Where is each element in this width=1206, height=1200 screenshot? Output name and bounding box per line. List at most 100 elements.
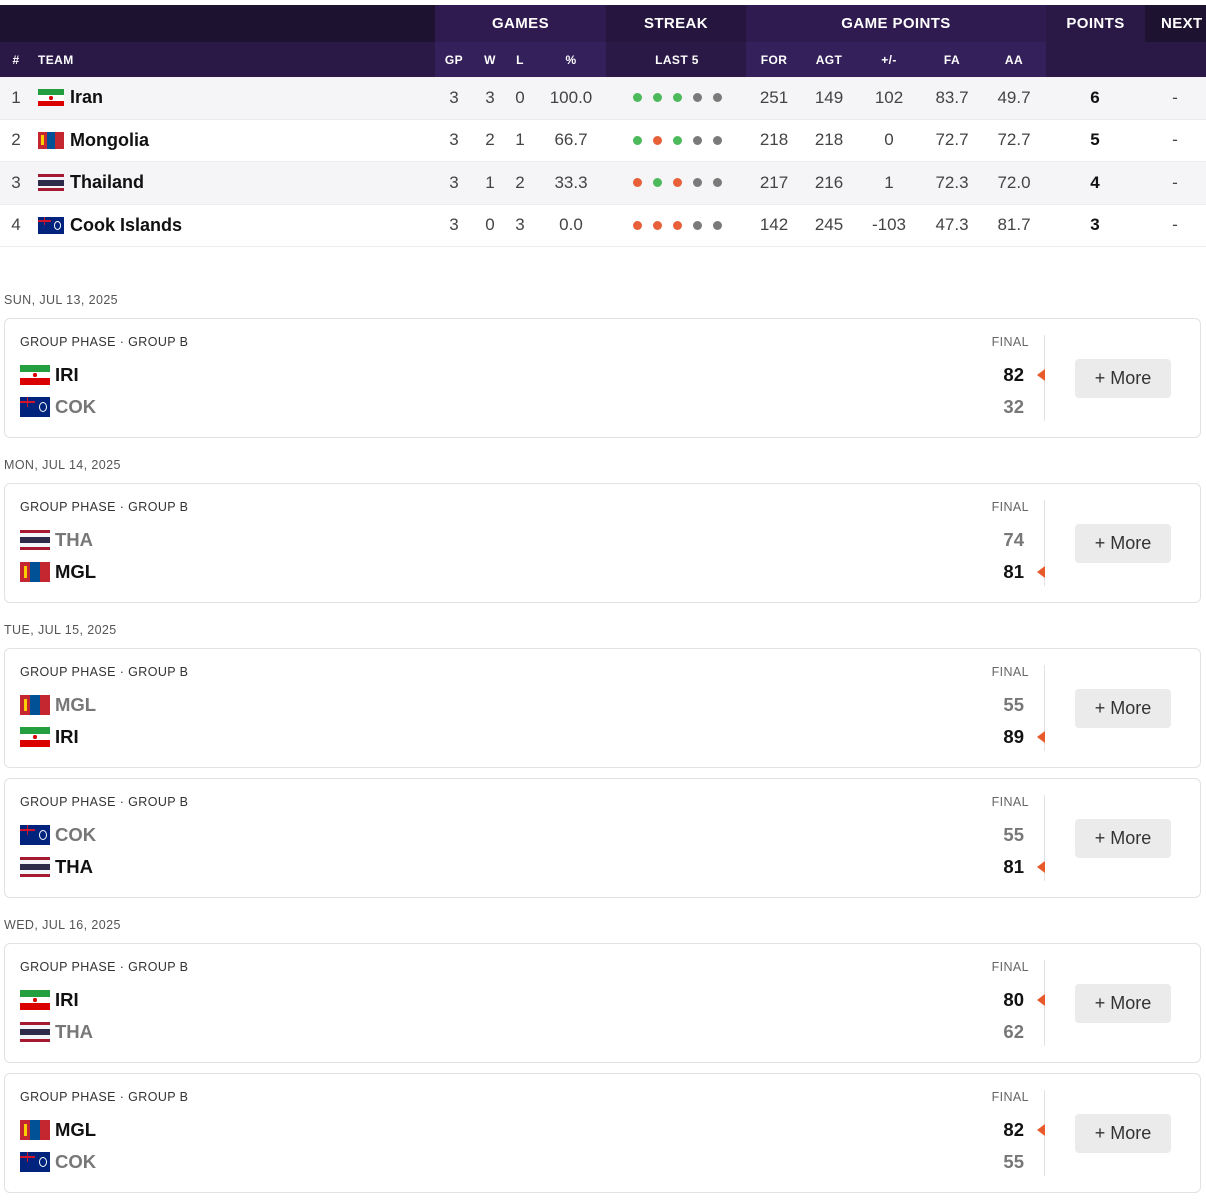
team-score: 82 — [1003, 364, 1024, 385]
wins: 1 — [485, 172, 495, 192]
team-abbr[interactable]: COK — [55, 1151, 96, 1173]
team-abbr[interactable]: MGL — [55, 1119, 96, 1141]
col-aa[interactable]: AA — [992, 42, 1036, 77]
more-button[interactable]: + More — [1075, 984, 1171, 1023]
points-diff: 0 — [884, 130, 894, 150]
team-abbr[interactable]: COK — [55, 396, 96, 418]
team-abbr[interactable]: MGL — [55, 561, 96, 583]
team-abbr[interactable]: THA — [55, 529, 93, 551]
games-played: 3 — [449, 215, 459, 235]
col-rank[interactable]: # — [0, 42, 32, 77]
next-game: - — [1172, 172, 1178, 192]
iran-flag-icon — [20, 727, 50, 747]
more-button[interactable]: + More — [1075, 524, 1171, 563]
col-w[interactable]: W — [477, 42, 503, 77]
games-played: 3 — [449, 87, 459, 107]
cook-flag-icon — [20, 825, 50, 845]
win-pct: 33.3 — [554, 172, 588, 192]
col-gp[interactable]: GP — [439, 42, 469, 77]
team-abbr[interactable]: IRI — [55, 989, 79, 1011]
next-game: - — [1172, 87, 1178, 107]
team-score: 55 — [1003, 694, 1024, 715]
game-card[interactable]: GROUP PHASE · GROUP B FINAL MGL 82 COK 55 + Mo… — [4, 1073, 1201, 1193]
streak-none-dot — [692, 93, 702, 103]
mongolia-flag-icon — [20, 695, 50, 715]
team-abbr[interactable]: COK — [55, 824, 96, 846]
team-score: 89 — [1003, 726, 1024, 747]
col-agt[interactable]: AGT — [807, 42, 851, 77]
standings-row[interactable]: 1 Iran 3 3 0 100.0 251 149 102 83.7 49.7 6- — [0, 77, 1206, 120]
last5-streak — [626, 77, 728, 119]
more-button[interactable]: + More — [1075, 689, 1171, 728]
game-team[interactable]: IRI — [20, 725, 79, 749]
wins: 0 — [485, 215, 495, 235]
game-team[interactable]: THA — [20, 855, 93, 879]
streak-win-dot — [632, 93, 642, 103]
team-name[interactable]: Iran — [70, 87, 103, 108]
col-for[interactable]: FOR — [752, 42, 796, 77]
win-pct: 66.7 — [554, 130, 588, 150]
streak-none-dot — [712, 93, 722, 103]
winner-arrow-icon — [1037, 994, 1045, 1006]
game-card[interactable]: GROUP PHASE · GROUP B FINAL IRI 80 THA 62 + Mo… — [4, 943, 1201, 1063]
game-team[interactable]: COK — [20, 395, 96, 419]
team-abbr[interactable]: MGL — [55, 694, 96, 716]
more-button[interactable]: + More — [1075, 359, 1171, 398]
game-status: FINAL — [991, 795, 1029, 809]
game-team[interactable]: THA — [20, 1020, 93, 1044]
col-team[interactable]: TEAM — [38, 42, 98, 77]
game-card[interactable]: GROUP PHASE · GROUP B FINAL COK 55 THA 81 + Mo… — [4, 778, 1201, 898]
game-team[interactable]: MGL — [20, 560, 96, 584]
streak-none-dot — [692, 220, 702, 230]
game-team[interactable]: MGL — [20, 1118, 96, 1142]
team-name[interactable]: Mongolia — [70, 130, 149, 151]
game-team[interactable]: IRI — [20, 988, 79, 1012]
winner-arrow-icon — [1037, 566, 1045, 578]
points-group-header: POINTS — [1046, 5, 1145, 42]
team-name[interactable]: Cook Islands — [70, 215, 182, 236]
standings-row[interactable]: 4 Cook Islands 3 0 3 0.0 142 245 -103 47.3 81.7 3- — [0, 204, 1206, 247]
team-cell[interactable]: Thailand — [38, 162, 418, 204]
iran-flag-icon — [20, 365, 50, 385]
col-fa[interactable]: FA — [930, 42, 974, 77]
next-game: - — [1172, 215, 1178, 235]
streak-none-dot — [692, 135, 702, 145]
more-button[interactable]: + More — [1075, 1114, 1171, 1153]
against-average: 72.7 — [997, 130, 1031, 150]
standings-row[interactable]: 2 Mongolia 3 2 1 66.7 218 218 0 72.7 72.7 5- — [0, 119, 1206, 162]
team-abbr[interactable]: IRI — [55, 364, 79, 386]
game-phase: GROUP PHASE · GROUP B — [20, 500, 189, 514]
rank: 4 — [11, 215, 21, 235]
game-team[interactable]: MGL — [20, 693, 96, 717]
col-diff[interactable]: +/- — [866, 42, 912, 77]
team-cell[interactable]: Iran — [38, 77, 418, 119]
team-name[interactable]: Thailand — [70, 172, 144, 193]
team-abbr[interactable]: IRI — [55, 726, 79, 748]
team-abbr[interactable]: THA — [55, 1021, 93, 1043]
col-pct[interactable]: % — [545, 42, 597, 77]
winner-arrow-icon — [1037, 861, 1045, 873]
standings-row[interactable]: 3 Thailand 3 1 2 33.3 217 216 1 72.3 72.0 4- — [0, 162, 1206, 205]
rank: 3 — [11, 172, 21, 192]
game-team[interactable]: THA — [20, 528, 93, 552]
iran-flag-icon — [38, 89, 64, 107]
game-card[interactable]: GROUP PHASE · GROUP B FINAL THA 74 MGL 81 + Mo… — [4, 483, 1201, 603]
col-last5[interactable]: LAST 5 — [626, 42, 728, 77]
game-card[interactable]: GROUP PHASE · GROUP B FINAL IRI 82 COK 32 + Mo… — [4, 318, 1201, 438]
more-button[interactable]: + More — [1075, 819, 1171, 858]
game-team[interactable]: COK — [20, 823, 96, 847]
points-against: 218 — [814, 130, 844, 150]
col-l[interactable]: L — [507, 42, 533, 77]
game-status: FINAL — [991, 1090, 1029, 1104]
points-for: 218 — [759, 130, 789, 150]
game-team[interactable]: IRI — [20, 363, 79, 387]
game-card[interactable]: GROUP PHASE · GROUP B FINAL MGL 55 IRI 89 + Mo… — [4, 648, 1201, 768]
team-score: 82 — [1003, 1119, 1024, 1140]
team-cell[interactable]: Mongolia — [38, 120, 418, 162]
thailand-flag-icon — [20, 1022, 50, 1042]
game-team[interactable]: COK — [20, 1150, 96, 1174]
team-cell[interactable]: Cook Islands — [38, 205, 418, 247]
team-abbr[interactable]: THA — [55, 856, 93, 878]
points-for: 142 — [759, 215, 789, 235]
last5-streak — [626, 162, 728, 204]
